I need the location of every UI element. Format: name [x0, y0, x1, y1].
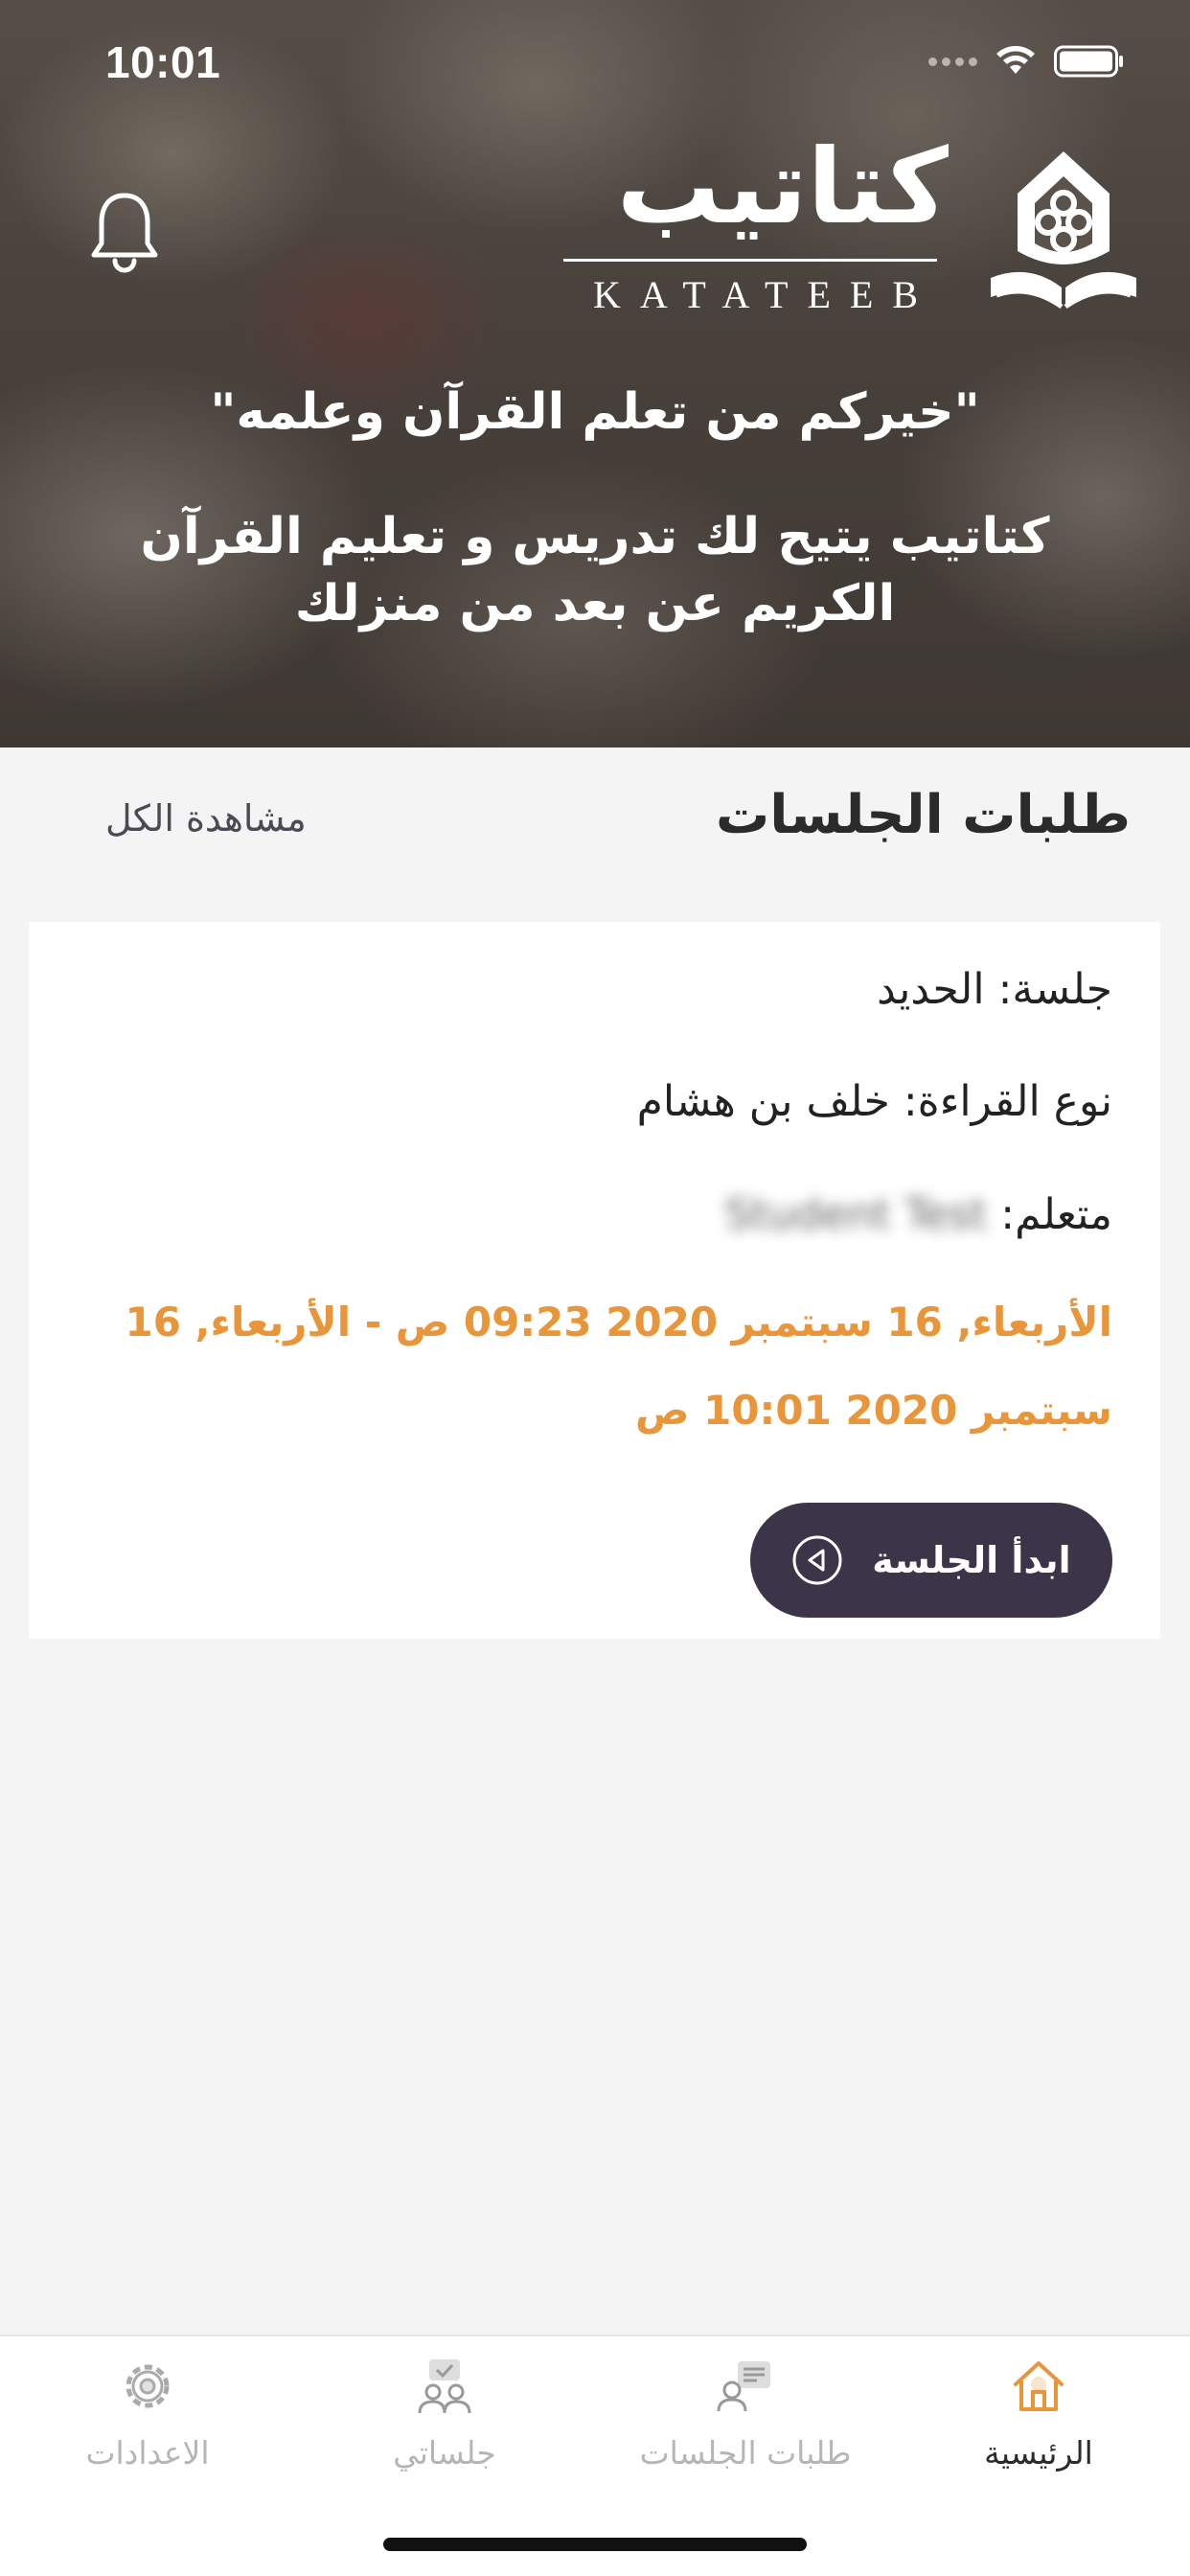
view-all-link[interactable]: مشاهدة الكل [105, 797, 307, 840]
hero-banner: 10:01 كتاتيب KATATEEB "خيركم من تعلم الق… [0, 0, 1190, 748]
battery-icon [1054, 45, 1123, 78]
tab-settings-label: الاعدادات [85, 2434, 210, 2472]
session-label: جلسة: [997, 965, 1112, 1014]
logo-arabic-text: كتاتيب [616, 127, 949, 247]
session-request-card[interactable]: جلسة: الحديد نوع القراءة: خلف بن هشام مت… [29, 922, 1160, 1639]
student-row: متعلم: Student Test [724, 1190, 1112, 1239]
gear-icon [126, 2364, 170, 2408]
start-session-label: ابدأ الجلسة [872, 1539, 1071, 1581]
requests-icon [717, 2361, 770, 2412]
wifi-icon [996, 46, 1035, 74]
hero-tagline: كتاتيب يتيح لك تدريس و تعليم القرآن الكر… [140, 508, 1050, 633]
signal-icon [928, 57, 977, 66]
tab-my-sessions-label: جلساتي [393, 2434, 496, 2472]
bell-icon[interactable] [88, 190, 161, 276]
home-icon [1014, 2361, 1064, 2411]
tab-session-requests[interactable]: طلبات الجلسات [621, 2356, 870, 2472]
sessions-icon [418, 2359, 471, 2414]
tab-home[interactable]: الرئيسية [914, 2356, 1163, 2472]
session-value: الحديد [877, 965, 985, 1014]
student-name: Student Test [724, 1190, 988, 1239]
session-name-row: جلسة: الحديد [877, 965, 1112, 1014]
home-indicator[interactable] [383, 2538, 807, 2551]
app-logo: كتاتيب KATATEEB [527, 136, 1140, 316]
hero-quote: "خيركم من تعلم القرآن وعلمه" [210, 383, 980, 441]
status-icons [928, 42, 1125, 80]
tab-my-sessions[interactable]: جلساتي [320, 2356, 569, 2472]
status-time: 10:01 [105, 37, 221, 87]
tab-session-requests-label: طلبات الجلسات [639, 2434, 852, 2472]
tab-settings[interactable]: الاعدادات [23, 2356, 272, 2472]
logo-emblem-icon [991, 151, 1136, 310]
section-title: طلبات الجلسات [716, 784, 1131, 846]
logo-latin-text: KATATEEB [592, 273, 937, 316]
tab-home-label: الرئيسية [984, 2434, 1093, 2472]
reading-type-row: نوع القراءة: خلف بن هشام [637, 1077, 1112, 1126]
student-label: متعلم: [1000, 1190, 1112, 1239]
reading-label: نوع القراءة: [903, 1077, 1112, 1126]
play-circle-icon [792, 1535, 842, 1585]
logo-divider [563, 259, 937, 262]
start-session-button[interactable]: ابدأ الجلسة [750, 1503, 1112, 1618]
reading-value: خلف بن هشام [636, 1077, 890, 1126]
session-date-range: الأربعاء, 16 سبتمبر 2020 09:23 ص - الأرب… [125, 1299, 1112, 1434]
